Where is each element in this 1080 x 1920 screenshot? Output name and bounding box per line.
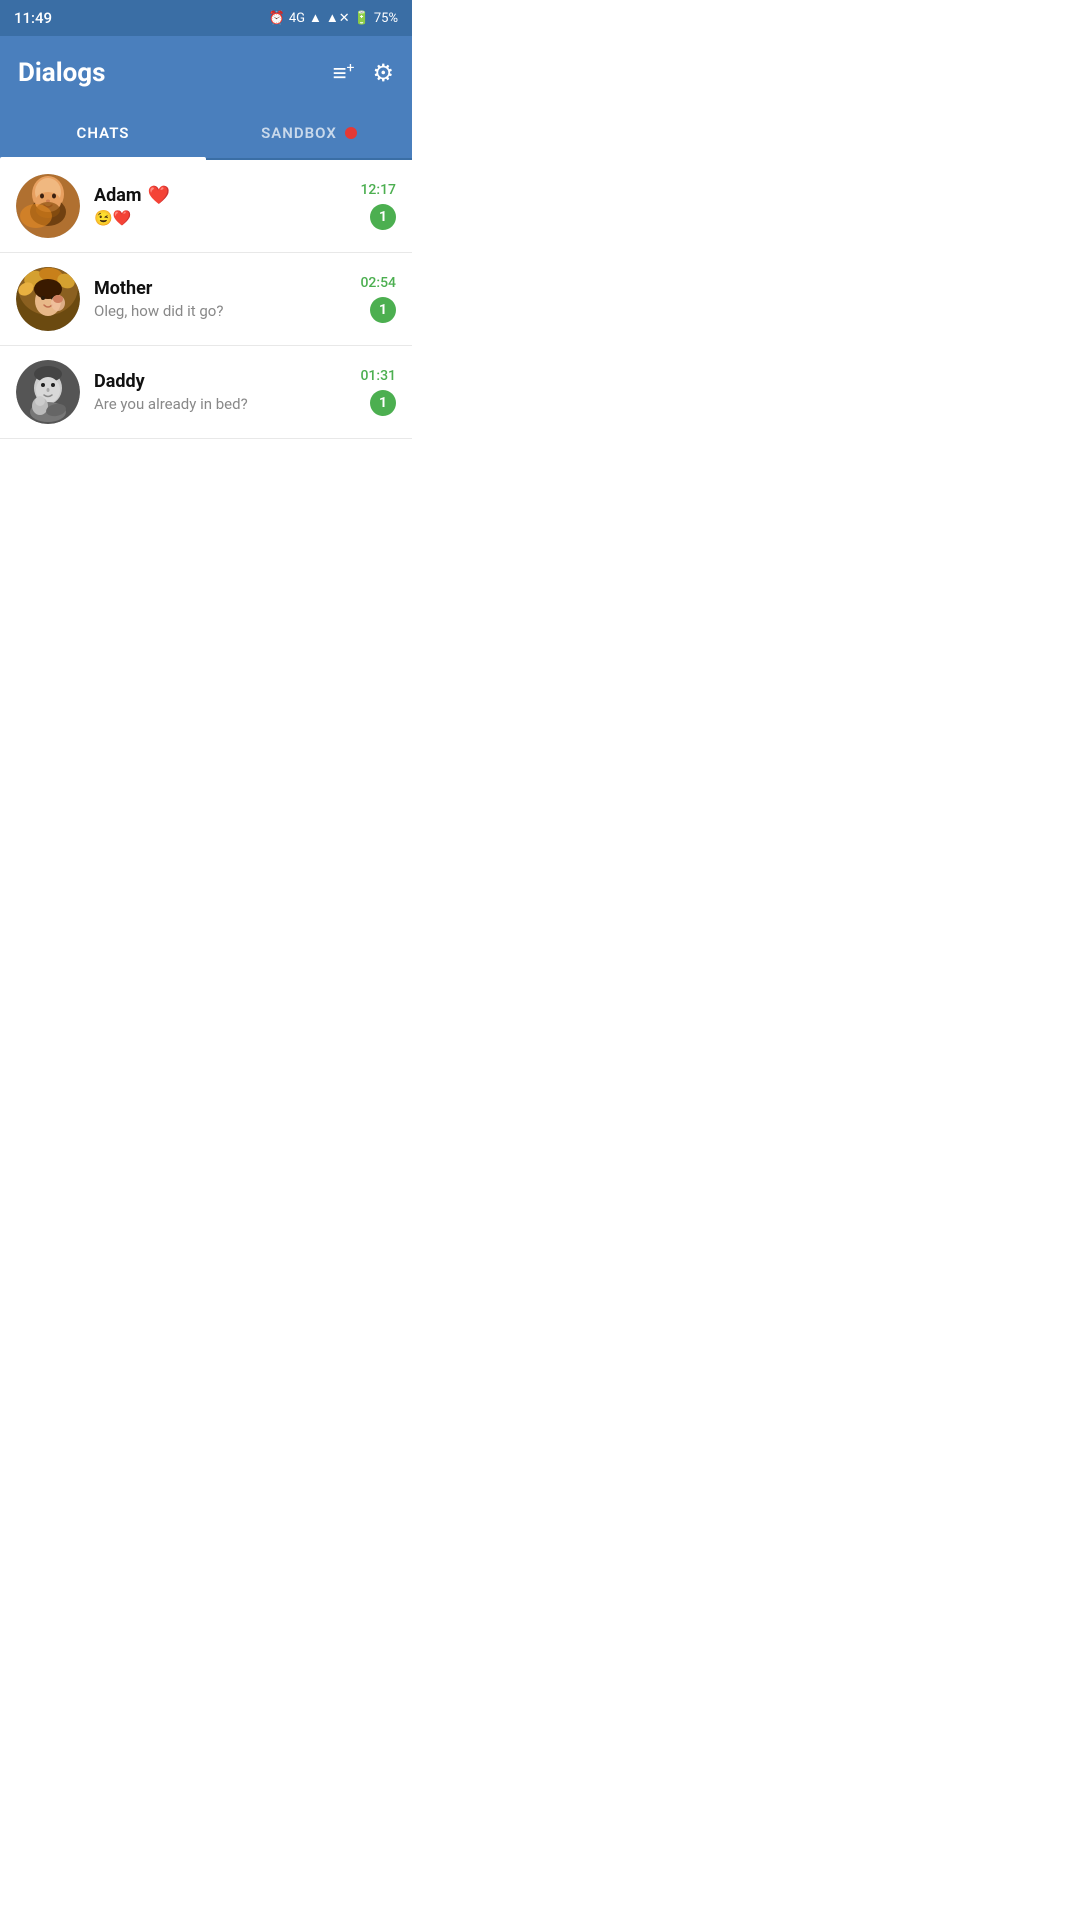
daddy-preview: Are you already in bed? [94, 395, 346, 413]
avatar-mother [16, 267, 80, 331]
chat-list: Adam ❤️ 😉❤️ 12:17 1 [0, 160, 412, 439]
status-bar: 11:49 ⏰ 4G ▲ ▲✕ 🔋 75% [0, 0, 412, 36]
daddy-meta: 01:31 1 [360, 368, 396, 416]
mother-time: 02:54 [360, 275, 396, 291]
header: Dialogs ≡+ ⚙ [0, 36, 412, 108]
daddy-chat-content: Daddy Are you already in bed? [94, 371, 346, 413]
tab-sandbox-label: SANDBOX [261, 124, 337, 142]
adam-preview: 😉❤️ [94, 209, 346, 227]
sandbox-notification-dot [345, 127, 357, 139]
avatar-daddy [16, 360, 80, 424]
daddy-time: 01:31 [360, 368, 396, 384]
header-actions: ≡+ ⚙ [333, 59, 394, 88]
status-icons: ⏰ 4G ▲ ▲✕ 🔋 75% [269, 10, 398, 26]
adam-heart-emoji: ❤️ [147, 185, 169, 206]
tab-chats-label: CHATS [77, 124, 130, 142]
signal-x-icon: ▲✕ [326, 10, 350, 26]
mother-name: Mother [94, 278, 346, 299]
mother-preview: Oleg, how did it go? [94, 302, 346, 320]
tabs-bar: CHATS SANDBOX [0, 108, 412, 160]
add-chat-button[interactable]: ≡+ [333, 59, 355, 88]
tab-chats[interactable]: CHATS [0, 108, 206, 158]
mother-unread-badge: 1 [370, 297, 396, 323]
adam-meta: 12:17 1 [360, 182, 396, 230]
tab-sandbox[interactable]: SANDBOX [206, 108, 412, 158]
app-title: Dialogs [18, 58, 105, 88]
mother-meta: 02:54 1 [360, 275, 396, 323]
adam-unread-badge: 1 [370, 204, 396, 230]
status-time: 11:49 [14, 9, 52, 27]
adam-time: 12:17 [360, 182, 396, 198]
adam-chat-content: Adam ❤️ 😉❤️ [94, 185, 346, 227]
chat-item-adam[interactable]: Adam ❤️ 😉❤️ 12:17 1 [0, 160, 412, 253]
daddy-name: Daddy [94, 371, 346, 392]
daddy-unread-badge: 1 [370, 390, 396, 416]
avatar-adam [16, 174, 80, 238]
chat-item-daddy[interactable]: Daddy Are you already in bed? 01:31 1 [0, 346, 412, 439]
settings-button[interactable]: ⚙ [372, 59, 394, 87]
adam-name: Adam ❤️ [94, 185, 346, 206]
battery-label: 75% [374, 11, 398, 26]
mother-chat-content: Mother Oleg, how did it go? [94, 278, 346, 320]
chat-item-mother[interactable]: Mother Oleg, how did it go? 02:54 1 [0, 253, 412, 346]
signal-icon: ▲ [309, 10, 322, 26]
network-label: 4G [289, 11, 305, 26]
alarm-icon: ⏰ [269, 11, 285, 26]
battery-icon: 🔋 [354, 11, 370, 26]
